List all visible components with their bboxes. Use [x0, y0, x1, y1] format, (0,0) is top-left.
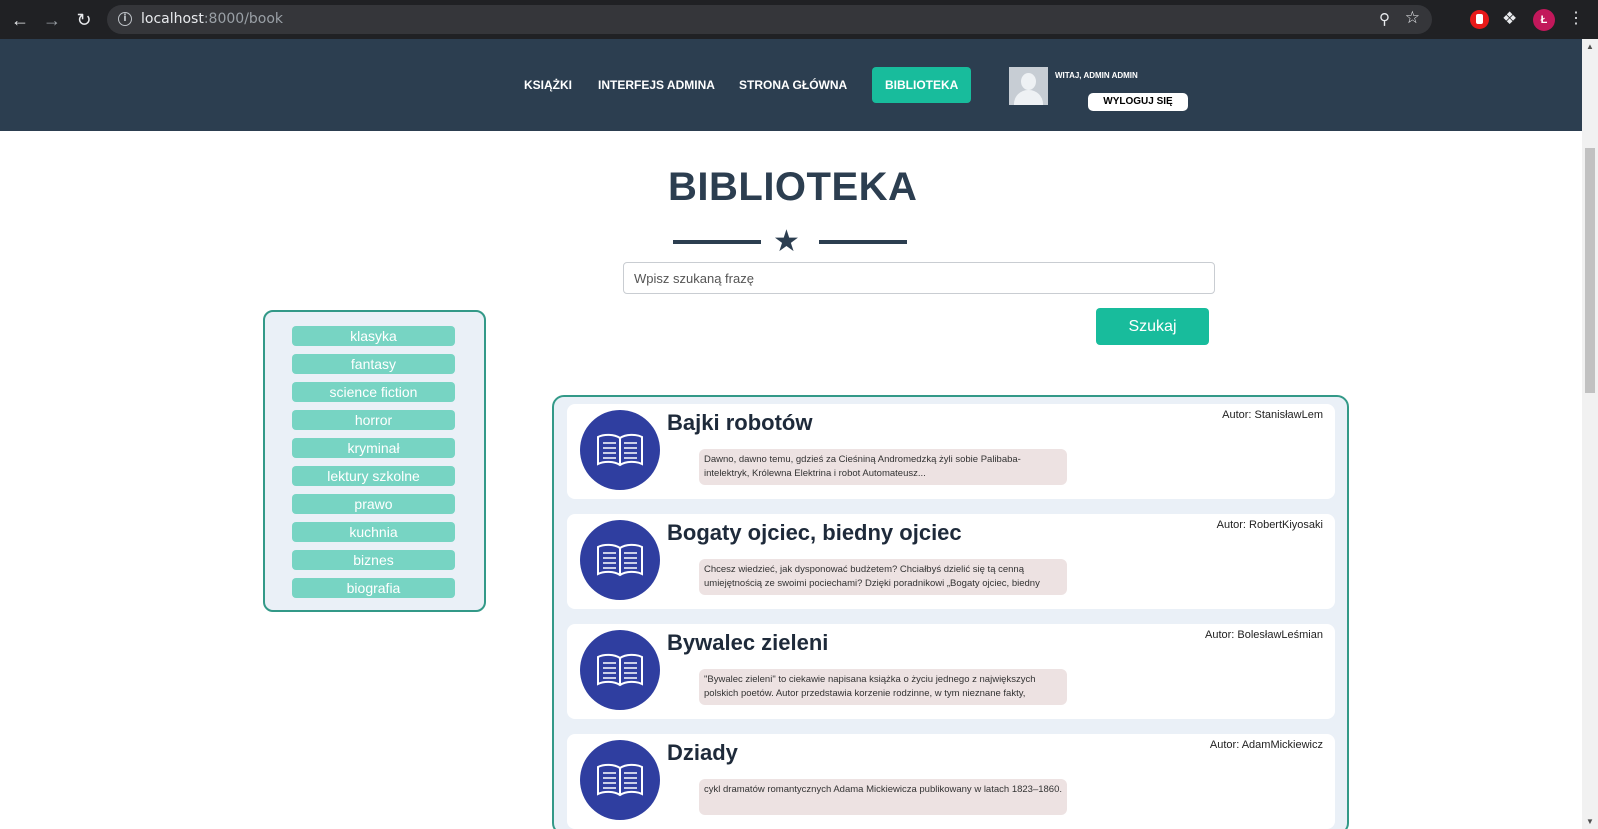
page-title: BIBLIOTEKA — [668, 165, 918, 209]
book-author: Autor: RobertKiyosaki — [1216, 519, 1323, 531]
book-list: Bajki robotów Autor: StanisławLem Dawno,… — [552, 395, 1349, 829]
address-bar[interactable]: i localhost:8000/book ⚲ ☆ — [107, 5, 1432, 34]
scrollbar-thumb[interactable] — [1585, 148, 1595, 393]
category-klasyka[interactable]: klasyka — [292, 326, 455, 346]
logout-button[interactable]: WYLOGUJ SIĘ — [1088, 93, 1188, 111]
category-kuchnia[interactable]: kuchnia — [292, 522, 455, 542]
category-fantasy[interactable]: fantasy — [292, 354, 455, 374]
search-button[interactable]: Szukaj — [1096, 308, 1209, 345]
user-greeting: WITAJ, ADMIN ADMIN — [1055, 71, 1138, 80]
divider-star-icon: ★ — [773, 224, 800, 259]
book-description: "Bywalec zieleni" to ciekawie napisana k… — [699, 669, 1067, 705]
category-prawo[interactable]: prawo — [292, 494, 455, 514]
book-description: Chcesz wiedzieć, jak dysponować budżetem… — [699, 559, 1067, 595]
back-icon[interactable]: ← — [9, 9, 31, 31]
open-book-icon — [580, 630, 660, 710]
book-card[interactable]: Dziady Autor: AdamMickiewicz cykl dramat… — [567, 734, 1335, 829]
book-title[interactable]: Dziady — [667, 740, 738, 766]
adblock-extension-icon[interactable] — [1470, 10, 1489, 29]
category-kryminal[interactable]: kryminał — [292, 438, 455, 458]
zoom-icon[interactable]: ⚲ — [1379, 10, 1390, 28]
category-panel: klasyka fantasy science fiction horror k… — [263, 310, 486, 612]
open-book-icon — [580, 740, 660, 820]
search-input[interactable] — [623, 262, 1215, 294]
book-card[interactable]: Bywalec zieleni Autor: BolesławLeśmian "… — [567, 624, 1335, 719]
site-header: KSIĄŻKI INTERFEJS ADMINA STRONA GŁÓWNA B… — [0, 39, 1582, 131]
url-text[interactable]: localhost:8000/book — [141, 11, 283, 27]
book-description: Dawno, dawno temu, gdzieś za Cieśniną An… — [699, 449, 1067, 485]
forward-icon[interactable]: → — [41, 9, 63, 31]
extensions-puzzle-icon[interactable]: ❖ — [1502, 9, 1517, 29]
category-biznes[interactable]: biznes — [292, 550, 455, 570]
book-title[interactable]: Bywalec zieleni — [667, 630, 828, 656]
browser-menu-icon[interactable]: ⋮ — [1568, 8, 1584, 28]
site-info-icon[interactable]: i — [118, 12, 132, 26]
bookmark-star-icon[interactable]: ☆ — [1405, 8, 1420, 28]
category-lektury-szkolne[interactable]: lektury szkolne — [292, 466, 455, 486]
book-title[interactable]: Bogaty ojciec, biedny ojciec — [667, 520, 962, 546]
nav-ksiazki[interactable]: KSIĄŻKI — [511, 67, 585, 103]
book-description: cykl dramatów romantycznych Adama Mickie… — [699, 779, 1067, 815]
category-horror[interactable]: horror — [292, 410, 455, 430]
book-title[interactable]: Bajki robotów — [667, 410, 812, 436]
book-author: Autor: StanisławLem — [1222, 409, 1323, 421]
scroll-down-arrow-icon[interactable]: ▼ — [1586, 817, 1594, 826]
open-book-icon — [580, 410, 660, 490]
nav-biblioteka[interactable]: BIBLIOTEKA — [872, 67, 972, 103]
page-scrollbar[interactable]: ▲ ▼ — [1582, 39, 1598, 829]
book-card[interactable]: Bajki robotów Autor: StanisławLem Dawno,… — [567, 404, 1335, 499]
category-biografia[interactable]: biografia — [292, 578, 455, 598]
avatar-head-shape — [1021, 73, 1036, 90]
reload-icon[interactable]: ↻ — [73, 9, 95, 31]
category-science-fiction[interactable]: science fiction — [292, 382, 455, 402]
profile-avatar[interactable]: Ł — [1533, 9, 1555, 31]
book-author: Autor: BolesławLeśmian — [1204, 629, 1323, 641]
open-book-icon — [580, 520, 660, 600]
user-avatar — [1009, 67, 1048, 105]
book-card[interactable]: Bogaty ojciec, biedny ojciec Autor: Robe… — [567, 514, 1335, 609]
divider-line-left — [673, 240, 761, 244]
book-author: Autor: AdamMickiewicz — [1209, 739, 1323, 751]
browser-toolbar: ← → ↻ i localhost:8000/book ⚲ ☆ ❖ Ł ⋮ — [0, 0, 1598, 39]
nav-interfejs-admina[interactable]: INTERFEJS ADMINA — [585, 67, 728, 103]
divider-line-right — [819, 240, 907, 244]
nav-strona-glowna[interactable]: STRONA GŁÓWNA — [726, 67, 860, 103]
avatar-body-shape — [1014, 90, 1043, 105]
scroll-up-arrow-icon[interactable]: ▲ — [1586, 42, 1594, 51]
